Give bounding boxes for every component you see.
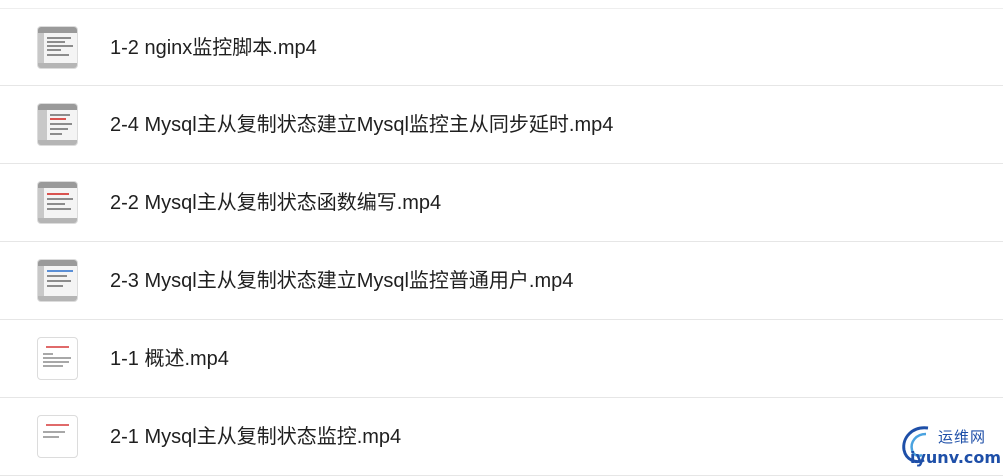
watermark-en-text: iyunv.com <box>910 448 1002 467</box>
watermark-cn-text: 运维网 <box>938 428 987 446</box>
file-name[interactable]: 1-2 nginx监控脚本.mp4 <box>110 9 317 87</box>
video-thumbnail[interactable] <box>37 259 78 302</box>
slide-thumbnail[interactable] <box>37 415 78 458</box>
file-name[interactable]: 2-3 Mysql主从复制状态建立Mysql监控普通用户.mp4 <box>110 242 573 320</box>
iyunv-watermark-logo: 运维网 iyunv.com <box>898 420 1002 468</box>
file-row[interactable]: 1-1 概述.mp4 <box>0 320 1003 398</box>
file-name[interactable]: 2-2 Mysql主从复制状态函数编写.mp4 <box>110 164 441 242</box>
video-thumbnail[interactable] <box>37 26 78 69</box>
file-row[interactable]: 1-2 nginx监控脚本.mp4 <box>0 8 1003 86</box>
file-name[interactable]: 1-1 概述.mp4 <box>110 320 229 398</box>
file-row[interactable]: 2-3 Mysql主从复制状态建立Mysql监控普通用户.mp4 <box>0 242 1003 320</box>
slide-thumbnail[interactable] <box>37 337 78 380</box>
file-name[interactable]: 2-4 Mysql主从复制状态建立Mysql监控主从同步延时.mp4 <box>110 86 613 164</box>
file-row[interactable]: 2-4 Mysql主从复制状态建立Mysql监控主从同步延时.mp4 <box>0 86 1003 164</box>
video-thumbnail[interactable] <box>37 103 78 146</box>
file-row[interactable]: 2-1 Mysql主从复制状态监控.mp4 <box>0 398 1003 476</box>
file-name[interactable]: 2-1 Mysql主从复制状态监控.mp4 <box>110 398 401 476</box>
video-thumbnail[interactable] <box>37 181 78 224</box>
file-row[interactable]: 2-2 Mysql主从复制状态函数编写.mp4 <box>0 164 1003 242</box>
